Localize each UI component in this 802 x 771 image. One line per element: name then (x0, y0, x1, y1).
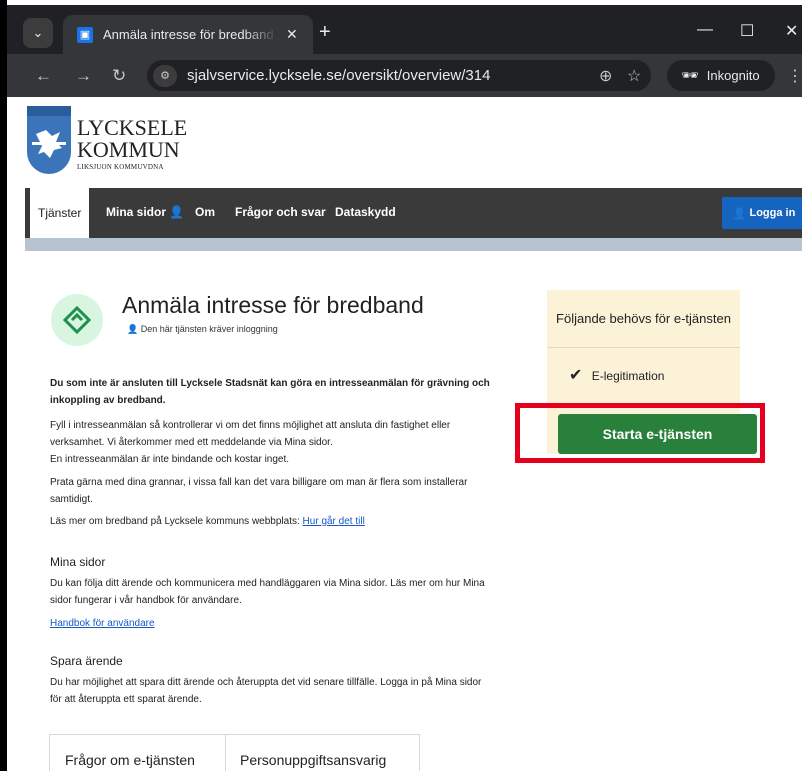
bookmark-star-icon[interactable]: ☆ (627, 66, 641, 86)
forward-icon[interactable]: → (75, 66, 92, 86)
reload-icon[interactable]: ↻ (112, 66, 126, 86)
user-icon: 👤 (169, 205, 185, 219)
user-icon: 👤 (732, 207, 750, 220)
back-icon[interactable]: ← (35, 66, 52, 86)
site-favicon-icon: ▣ (77, 26, 93, 43)
new-tab-icon[interactable]: + (319, 21, 331, 44)
hur-gar-det-till-link[interactable]: Hur går det till (303, 516, 365, 527)
tab-personuppgiftsansvarig[interactable]: Personuppgiftsansvarig (240, 752, 386, 768)
nav-item-tjanster[interactable]: Tjänster (30, 188, 90, 238)
mina-sidor-heading: Mina sidor (50, 555, 106, 569)
site-settings-icon[interactable]: ⚙ (153, 64, 177, 87)
paragraph-2: Prata gärna med dina grannar, i vissa fa… (50, 477, 468, 505)
mina-sidor-text: Du kan följa ditt ärende och kommunicera… (50, 578, 485, 606)
requirements-title: Följande behövs för e-tjänsten (547, 290, 740, 348)
address-toolbar: ← → ↻ ⚙ sjalvservice.lycksele.se/oversik… (7, 54, 802, 97)
web-page: LYCKSELE KOMMUN LIKSJUON KOMMUVDNA Tjäns… (7, 97, 802, 771)
maximize-icon[interactable]: ☐ (740, 21, 754, 41)
checkmark-icon: ✔ (569, 367, 583, 384)
requirement-item: ✔ E-legitimation (569, 367, 665, 384)
menu-kebab-icon[interactable]: ⋮ (787, 66, 802, 86)
nav-item-fragor-och-svar[interactable]: Frågor och svar (235, 205, 326, 219)
tab-title: Anmäla intresse för bredband - (103, 27, 278, 42)
bottom-tabs: Frågor om e-tjänsten Personuppgiftsansva… (49, 734, 420, 771)
address-bar[interactable]: ⚙ sjalvservice.lycksele.se/oversikt/over… (147, 60, 651, 91)
lycksele-coat-of-arms[interactable] (27, 106, 71, 174)
paragraph-1: Fyll i intresseanmälan så kontrollerar v… (50, 420, 451, 465)
tab-search-button[interactable]: ⌄ (23, 18, 53, 48)
service-icon (51, 294, 103, 346)
left-edge (0, 0, 7, 771)
handbook-link[interactable]: Handbok för användare (50, 618, 155, 629)
broadband-diamond-icon (63, 306, 91, 334)
tab-fragor-om-e-tjansten[interactable]: Frågor om e-tjänsten (65, 752, 195, 768)
user-icon: 👤 (127, 324, 141, 334)
nav-item-mina-sidor[interactable]: Mina sidor 👤 (106, 205, 184, 219)
url-text: sjalvservice.lycksele.se/oversikt/overvi… (187, 67, 491, 84)
close-window-icon[interactable]: ✕ (785, 21, 798, 41)
nav-item-dataskydd[interactable]: Dataskydd (335, 205, 396, 219)
minimize-icon[interactable]: — (697, 21, 713, 39)
nav-item-om[interactable]: Om (195, 205, 215, 219)
spara-arende-text: Du har möjlighet att spara ditt ärende o… (50, 677, 482, 705)
highlight-box (515, 403, 765, 463)
spara-arende-heading: Spara ärende (50, 654, 123, 668)
browser-window: ⌄ ▣ Anmäla intresse för bredband - ✕ + —… (7, 0, 802, 771)
login-button[interactable]: 👤 Logga in (722, 197, 802, 229)
active-tab[interactable]: ▣ Anmäla intresse för bredband - ✕ (63, 15, 313, 54)
login-required-note: 👤 Den här tjänsten kräver inloggning (127, 324, 278, 334)
zoom-icon[interactable]: ⊕ (599, 66, 612, 86)
reindeer-emblem-icon (32, 130, 66, 158)
page-title: Anmäla intresse för bredband (122, 292, 424, 318)
close-tab-icon[interactable]: ✕ (286, 26, 298, 43)
municipality-name: LYCKSELE KOMMUN LIKSJUON KOMMUVDNA (77, 115, 188, 172)
header-divider (25, 238, 802, 251)
paragraph-3: Läs mer om bredband på Lycksele kommuns … (50, 516, 365, 527)
handbook-paragraph: Handbok för användare (50, 615, 490, 632)
incognito-badge[interactable]: 🕶 Inkognito (667, 60, 775, 91)
intro-text: Du som inte är ansluten till Lycksele St… (50, 378, 490, 406)
main-navigation: Tjänster Mina sidor 👤 Om Frågor och svar… (25, 188, 802, 238)
incognito-icon: 🕶 (681, 67, 699, 83)
tab-bar: ⌄ ▣ Anmäla intresse för bredband - ✕ + —… (7, 5, 802, 54)
